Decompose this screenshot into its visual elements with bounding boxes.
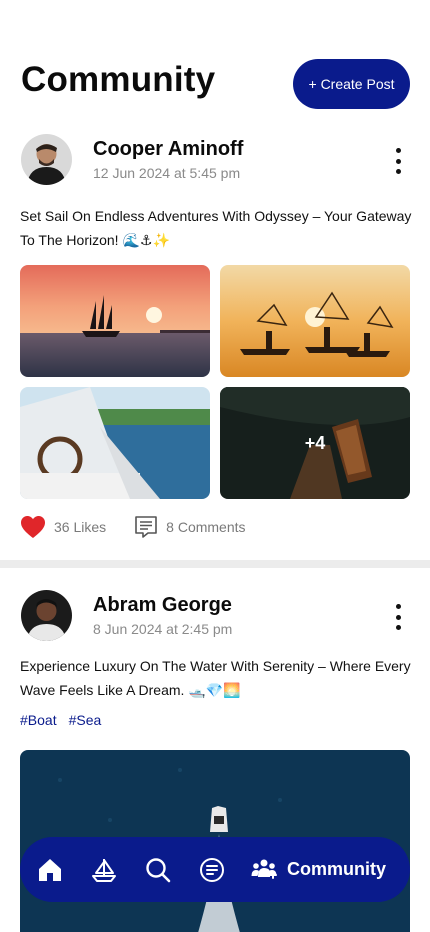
post-image-boat-helm[interactable]	[20, 387, 210, 499]
post-timestamp: 12 Jun 2024 at 5:45 pm	[93, 165, 241, 181]
like-button[interactable]: 36 Likes	[20, 515, 106, 539]
post-stats: 36 Likes 8 Comments	[20, 513, 246, 541]
heart-icon	[21, 516, 45, 538]
post-caption: Experience Luxury On The Water With Sere…	[20, 658, 411, 698]
more-options-icon[interactable]	[388, 146, 408, 176]
avatar[interactable]	[21, 134, 72, 185]
post-caption: Set Sail On Endless Adventures With Odys…	[20, 208, 412, 248]
nav-search[interactable]	[143, 855, 173, 885]
home-icon	[39, 858, 61, 881]
nav-community[interactable]: Community	[251, 855, 386, 885]
create-post-button[interactable]: + Create Post	[293, 59, 410, 109]
post-author[interactable]: Abram George	[93, 594, 232, 617]
nav-community-label: Community	[287, 859, 386, 879]
comment-button[interactable]: 8 Comments	[134, 515, 246, 539]
avatar[interactable]	[21, 590, 72, 641]
post-tags: #Boat #Sea	[20, 712, 113, 728]
more-options-icon[interactable]	[388, 602, 408, 632]
nav-home[interactable]	[35, 855, 65, 885]
page-title: Community	[21, 60, 216, 99]
comment-icon	[135, 516, 157, 538]
post-divider	[0, 560, 430, 568]
post-image-fishermen[interactable]	[220, 265, 410, 377]
nav-list[interactable]	[197, 855, 227, 885]
community-icon	[251, 859, 277, 879]
post-author[interactable]: Cooper Aminoff	[93, 138, 243, 161]
page-header: Community + Create Post	[0, 0, 430, 124]
likes-count: 36 Likes	[54, 519, 107, 535]
list-icon	[200, 857, 224, 882]
search-icon	[146, 857, 171, 882]
bottom-nav: Community	[20, 837, 410, 902]
nav-boats[interactable]	[89, 855, 119, 885]
hashtag-link[interactable]: #Boat	[20, 712, 57, 728]
comments-count: 8 Comments	[166, 519, 246, 535]
post-timestamp: 8 Jun 2024 at 2:45 pm	[93, 621, 233, 637]
hashtag-link[interactable]: #Sea	[69, 712, 102, 728]
sailboat-icon	[92, 858, 116, 882]
more-images-count[interactable]: +4	[220, 387, 410, 499]
post-image-sailboat[interactable]	[20, 265, 210, 377]
post-image-dock[interactable]: +4	[220, 387, 410, 499]
post-card: Cooper Aminoff 12 Jun 2024 at 5:45 pm Se…	[0, 124, 430, 560]
